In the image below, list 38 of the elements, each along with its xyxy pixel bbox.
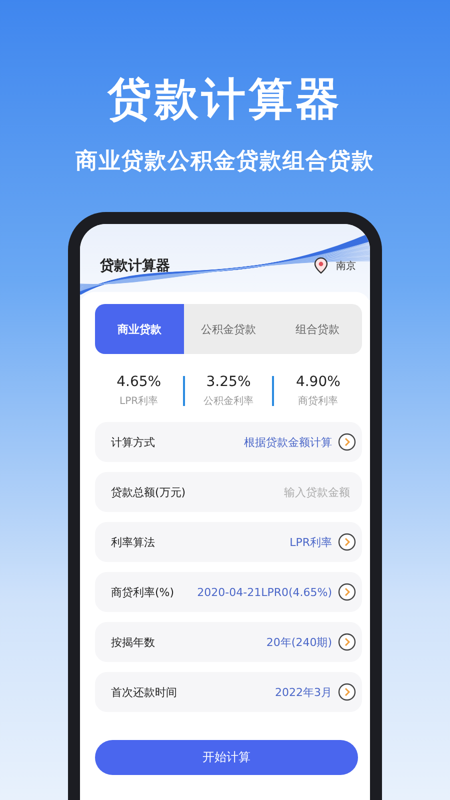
- location-pin-icon[interactable]: [312, 257, 330, 275]
- rate-label: LPR利率: [120, 394, 158, 408]
- field-value: 根据贷款金额计算: [244, 434, 332, 450]
- loan-type-tab[interactable]: 公积金贷款: [184, 304, 273, 354]
- subheadline: 商业贷款公积金贷款组合贷款: [76, 148, 374, 176]
- app-title: 贷款计算器: [100, 257, 170, 275]
- form-row[interactable]: 商贷利率(%) 2020-04-21LPR0(4.65%): [95, 572, 362, 612]
- chevron-circle-icon: [338, 533, 356, 551]
- headline: 贷款计算器: [108, 73, 342, 127]
- chevron-circle-icon: [338, 683, 356, 701]
- rate-value: 4.90%: [296, 374, 340, 390]
- rate-value: 3.25%: [206, 374, 251, 390]
- field-label: 商贷利率(%): [111, 584, 174, 600]
- chevron-circle-icon: [338, 583, 356, 601]
- form-row[interactable]: 利率算法 LPR利率: [95, 522, 362, 562]
- rate-value: 4.65%: [116, 374, 162, 390]
- city-label[interactable]: 南京: [336, 259, 356, 273]
- field-label: 贷款总额(万元): [111, 484, 186, 500]
- calculate-button[interactable]: 开始计算: [95, 740, 358, 775]
- field-label: 利率算法: [111, 534, 155, 550]
- chevron-circle-icon: [338, 433, 356, 451]
- rate-label: 商贷利率: [298, 394, 338, 408]
- field-label: 首次还款时间: [111, 684, 177, 700]
- field-value: LPR利率: [290, 534, 332, 550]
- chevron-circle-icon: [338, 633, 356, 651]
- field-label: 计算方式: [111, 434, 155, 450]
- form-row[interactable]: 按揭年数 20年(240期): [95, 622, 362, 662]
- form-row[interactable]: 贷款总额(万元) 输入贷款金额: [95, 472, 362, 512]
- loan-type-tab[interactable]: 商业贷款: [95, 304, 184, 354]
- loan-type-tab[interactable]: 组合贷款: [273, 304, 362, 354]
- input-field[interactable]: 输入贷款金额: [238, 484, 356, 500]
- rate-label: 公积金利率: [204, 394, 254, 408]
- field-value: 2022年3月: [275, 684, 332, 700]
- form-row[interactable]: 首次还款时间 2022年3月: [95, 672, 362, 712]
- field-value: 20年(240期): [266, 634, 332, 650]
- form-row[interactable]: 计算方式 根据贷款金额计算: [95, 422, 362, 462]
- field-value: 2020-04-21LPR0(4.65%): [197, 586, 332, 598]
- field-label: 按揭年数: [111, 634, 155, 650]
